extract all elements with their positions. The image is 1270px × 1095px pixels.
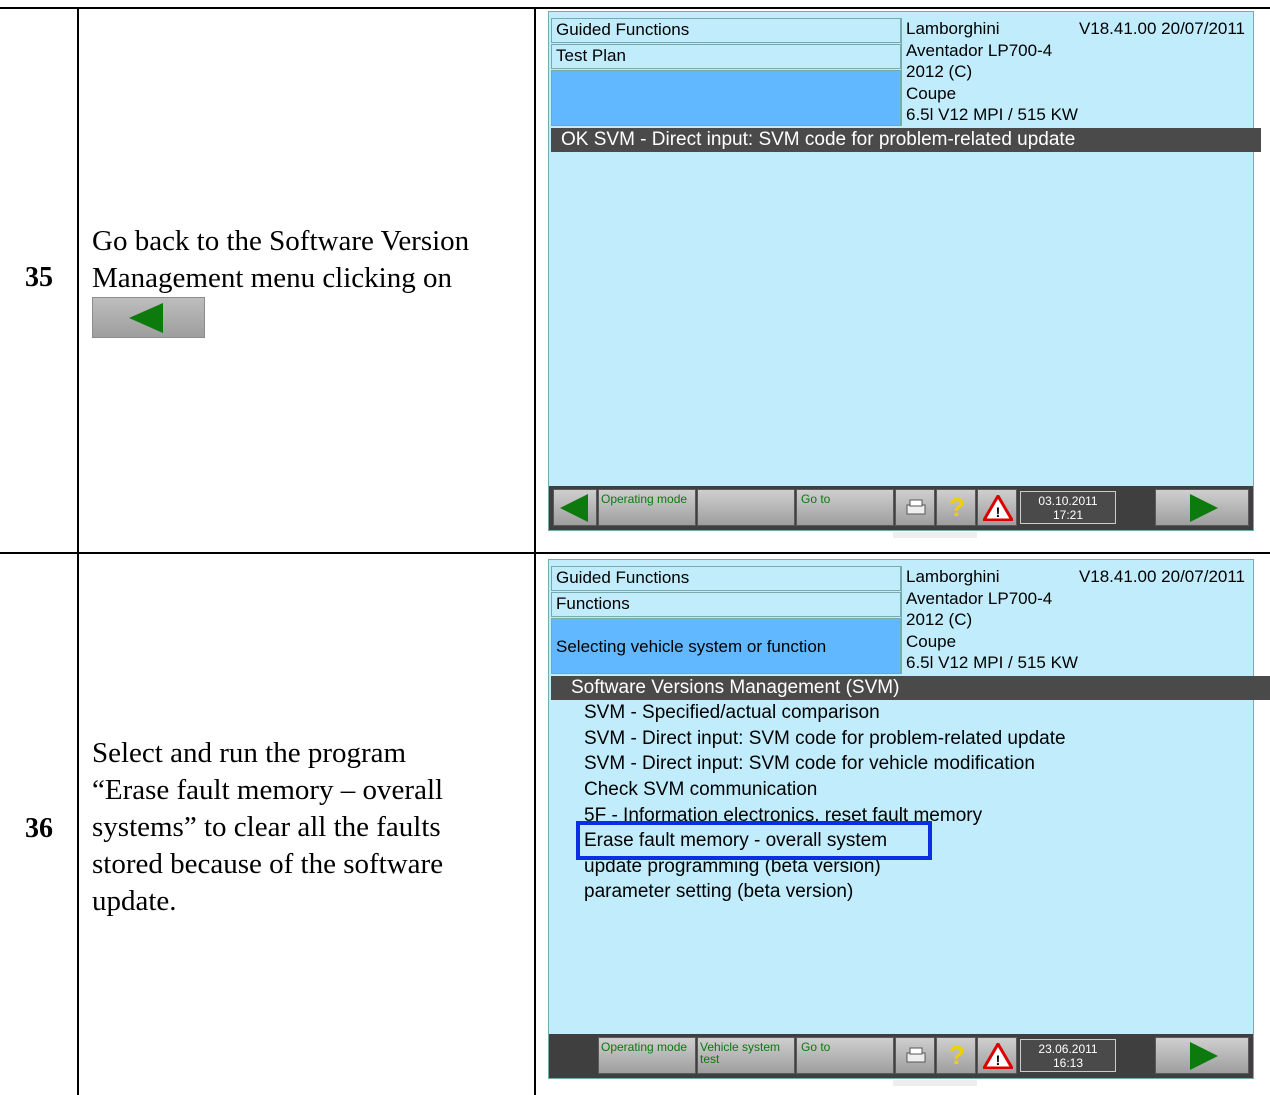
go-to-button[interactable]: Go to: [796, 1037, 894, 1074]
step-number-36: 36: [25, 813, 53, 844]
vehicle-model: Aventador LP700-4: [906, 40, 1053, 60]
bottom-toolbar: Operating mode Go to ? ! 03.10.2011 17:2…: [549, 486, 1253, 530]
operating-mode-button[interactable]: Operating mode: [598, 489, 696, 526]
instruction-line: “Erase fault memory – overall: [92, 774, 444, 806]
go-to-label: Go to: [801, 492, 831, 506]
header-separator: [901, 566, 902, 674]
help-button[interactable]: ?: [936, 489, 976, 526]
diagnostic-screen-35: Guided Functions Test Plan Lamborghini A…: [548, 11, 1261, 531]
step-36-instruction: Select and run the program “Erase fault …: [92, 735, 522, 920]
warning-button[interactable]: !: [977, 1037, 1017, 1074]
go-to-label: Go to: [801, 1040, 831, 1054]
screen-artifact: [893, 532, 977, 538]
instruction-line: Select and run the program: [92, 737, 407, 769]
time-text: 17:21: [1052, 508, 1084, 522]
menu-item-svm-vehicle-modification[interactable]: SVM - Direct input: SVM code for vehicle…: [584, 752, 1035, 776]
instruction-line: update.: [92, 885, 177, 917]
menu-item-check-svm-communication[interactable]: Check SVM communication: [584, 778, 817, 802]
highlight-box: [576, 821, 932, 860]
question-mark-icon: ?: [949, 492, 965, 522]
operating-mode-label: Operating mode: [601, 1040, 688, 1054]
vehicle-system-test-button[interactable]: [697, 489, 795, 526]
vehicle-system-label-2: test: [700, 1052, 720, 1066]
printer-icon: [906, 499, 926, 515]
vehicle-make: Lamborghini: [906, 567, 1000, 586]
header-separator: [901, 18, 902, 126]
printer-icon: [906, 1047, 926, 1063]
software-version: V18.41.00 20/07/2011: [1078, 567, 1245, 586]
date-text: 23.06.2011: [1038, 1042, 1098, 1056]
back-button-image: [92, 297, 205, 338]
question-mark-icon: ?: [949, 1040, 965, 1070]
instruction-line: systems” to clear all the faults: [92, 811, 441, 843]
instruction-line: Management menu clicking on: [92, 262, 452, 294]
software-version: V18.41.00 20/07/2011: [1078, 19, 1245, 38]
forward-arrow-icon: [1190, 1042, 1218, 1070]
vehicle-engine: 6.5l V12 MPI / 515 KW: [906, 653, 1078, 672]
date-time-display: 23.06.2011 16:13: [1020, 1039, 1116, 1072]
table-row-divider: [0, 552, 1270, 554]
header-selected[interactable]: [551, 70, 901, 126]
forward-button[interactable]: [1155, 489, 1249, 526]
menu-item-svm-comparison[interactable]: SVM - Specified/actual comparison: [584, 701, 880, 725]
vehicle-make: Lamborghini: [906, 19, 1000, 38]
back-arrow-icon: [560, 494, 588, 522]
menu-item-parameter-setting[interactable]: parameter setting (beta version): [584, 880, 853, 904]
forward-arrow-icon: [1190, 494, 1218, 522]
instruction-line: stored because of the software: [92, 848, 444, 880]
screen-artifact: [893, 1080, 977, 1086]
back-button[interactable]: [553, 489, 597, 526]
vehicle-year: 2012 (C): [906, 62, 973, 81]
date-text: 03.10.2011: [1038, 494, 1098, 508]
help-button[interactable]: ?: [936, 1037, 976, 1074]
vehicle-model: Aventador LP700-4: [906, 588, 1053, 608]
warning-button[interactable]: !: [977, 489, 1017, 526]
status-bar: OK SVM - Direct input: SVM code for prob…: [551, 128, 1261, 152]
print-button[interactable]: [895, 1037, 935, 1074]
header-test-plan[interactable]: Test Plan: [551, 44, 901, 69]
date-time-display: 03.10.2011 17:21: [1020, 491, 1116, 524]
step-number-35: 35: [25, 262, 53, 293]
diagnostic-screen-36: Guided Functions Functions Selecting veh…: [548, 559, 1270, 1079]
instruction-line: Go back to the Software Version: [92, 225, 470, 257]
warning-triangle-icon: !: [983, 1043, 1013, 1069]
vehicle-system-test-button[interactable]: Vehicle system test: [697, 1037, 795, 1074]
forward-button[interactable]: [1155, 1037, 1249, 1074]
svg-text:!: !: [996, 504, 1001, 520]
vehicle-engine: 6.5l V12 MPI / 515 KW: [906, 105, 1078, 124]
vehicle-info: Lamborghini Aventador LP700-4 2012 (C) C…: [903, 18, 1249, 126]
vehicle-body: Coupe: [906, 631, 957, 651]
operating-mode-button[interactable]: Operating mode: [598, 1037, 696, 1074]
print-button[interactable]: [895, 489, 935, 526]
header-selecting-vehicle-system[interactable]: Selecting vehicle system or function: [551, 618, 901, 674]
step-35-instruction: Go back to the Software Version Manageme…: [92, 223, 522, 297]
table-border-top: [0, 7, 1270, 9]
operating-mode-label: Operating mode: [601, 492, 688, 506]
menu-item-svm-problem-update[interactable]: SVM - Direct input: SVM code for problem…: [584, 727, 1066, 751]
table-col-divider-1: [77, 7, 79, 1095]
go-to-button[interactable]: Go to: [796, 489, 894, 526]
header-functions[interactable]: Functions: [551, 592, 901, 617]
back-arrow-icon: [129, 303, 163, 333]
time-text: 16:13: [1052, 1056, 1084, 1070]
bottom-toolbar: Operating mode Vehicle system test Go to…: [549, 1034, 1253, 1078]
header-guided-functions[interactable]: Guided Functions: [551, 18, 901, 43]
menu-title-bar[interactable]: Software Versions Management (SVM): [551, 676, 1270, 700]
svg-text:!: !: [996, 1052, 1001, 1068]
vehicle-info: Lamborghini Aventador LP700-4 2012 (C) C…: [903, 566, 1249, 674]
vehicle-body: Coupe: [906, 83, 957, 103]
table-col-divider-2: [534, 7, 536, 1095]
warning-triangle-icon: !: [983, 495, 1013, 521]
vehicle-year: 2012 (C): [906, 610, 973, 629]
header-guided-functions[interactable]: Guided Functions: [551, 566, 901, 591]
